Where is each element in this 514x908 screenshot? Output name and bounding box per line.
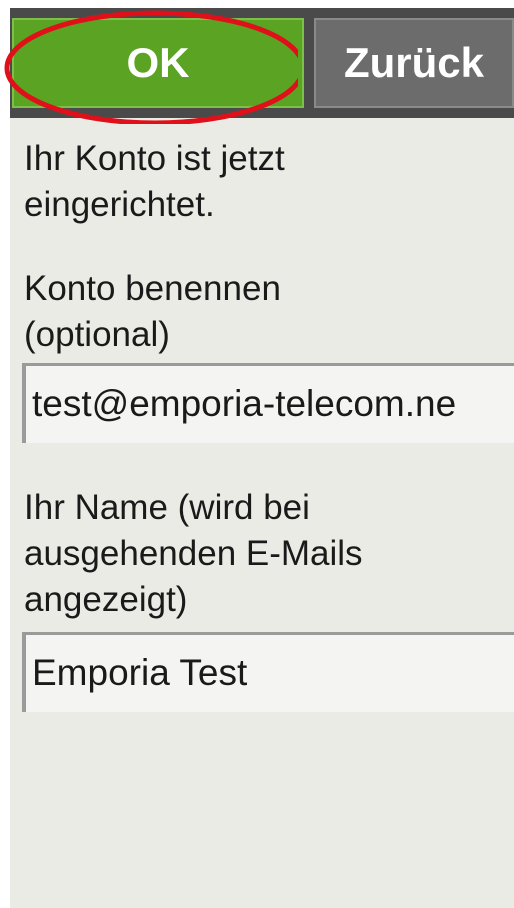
back-button-label: Zurück <box>343 39 485 86</box>
email-setup-screen: OK Zurück Ihr Konto ist jetzt eingericht… <box>10 8 514 908</box>
your-name-label: Ihr Name (wird bei ausgehenden E-Mails a… <box>24 488 363 619</box>
top-action-bar: OK Zurück <box>10 8 514 118</box>
back-button[interactable]: Zurück <box>314 18 514 108</box>
account-ready-message: Ihr Konto ist jetzt eingerichtet. <box>24 139 285 224</box>
ok-button-label: OK <box>126 39 190 86</box>
account-name-label: Konto benennen (optional) <box>24 269 281 354</box>
account-name-input[interactable]: test@emporia-telecom.ne <box>22 363 514 443</box>
ok-button[interactable]: OK <box>12 18 304 108</box>
your-name-input[interactable]: Emporia Test <box>22 632 514 712</box>
